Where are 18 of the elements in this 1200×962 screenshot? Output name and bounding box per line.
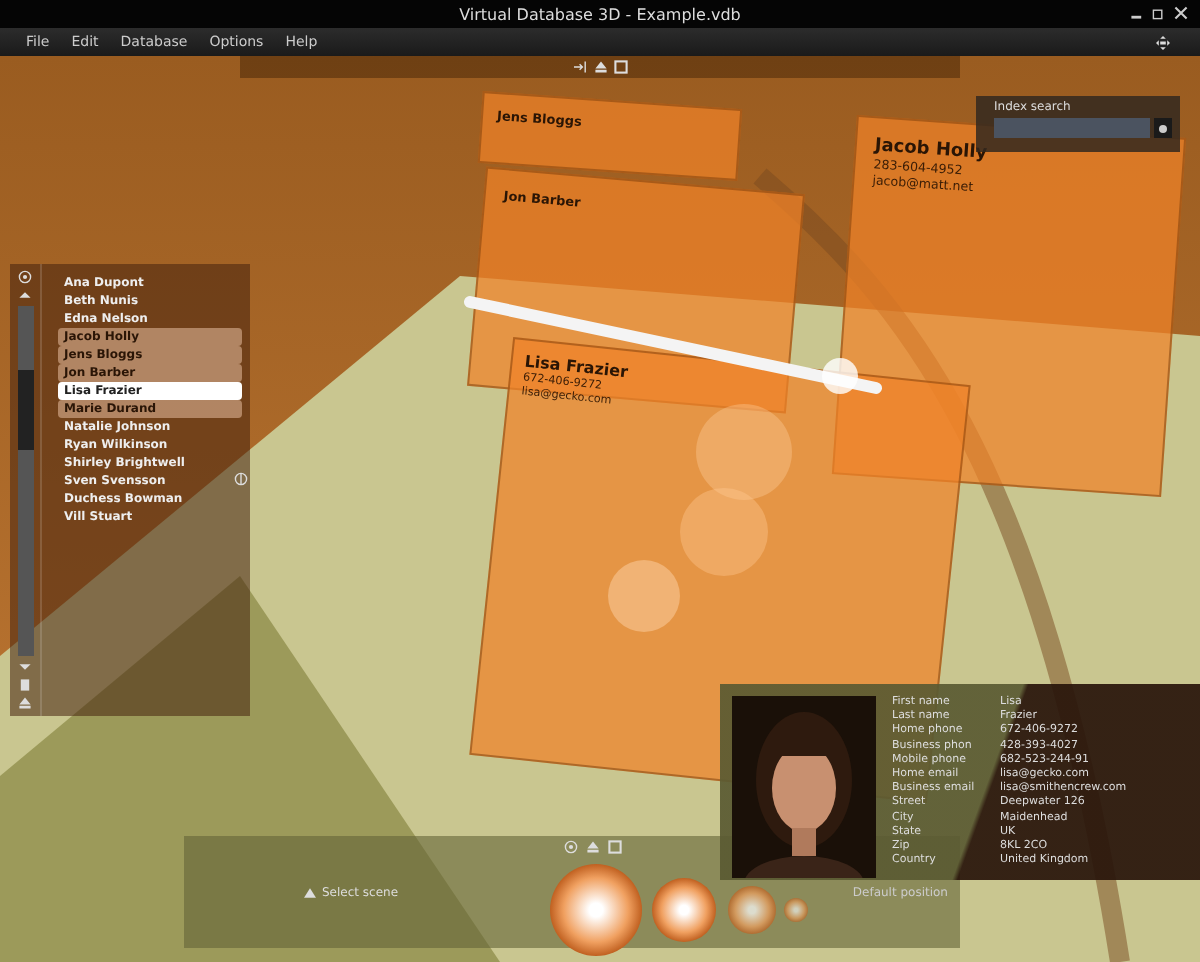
window-title: Virtual Database 3D - Example.vdb	[459, 5, 741, 23]
eject-icon[interactable]	[18, 696, 32, 710]
restore-icon[interactable]	[1152, 6, 1166, 20]
page-icon[interactable]	[18, 678, 32, 692]
expand-icon[interactable]	[234, 472, 248, 486]
search-field[interactable]	[994, 118, 1150, 138]
fit-icon[interactable]	[573, 60, 587, 74]
close-icon[interactable]	[1174, 6, 1188, 20]
dot-icon	[1158, 123, 1168, 133]
target-icon[interactable]	[18, 270, 32, 284]
scroll-up-icon[interactable]	[18, 288, 32, 302]
scroll-down-icon[interactable]	[18, 660, 32, 674]
square-icon[interactable]	[613, 60, 627, 74]
triangle-icon	[304, 887, 316, 897]
eject-icon[interactable]	[593, 60, 607, 74]
move-icon[interactable]	[1156, 35, 1170, 49]
search-button[interactable]	[1154, 118, 1172, 138]
scene-orbs-drawing[interactable]	[548, 860, 808, 960]
